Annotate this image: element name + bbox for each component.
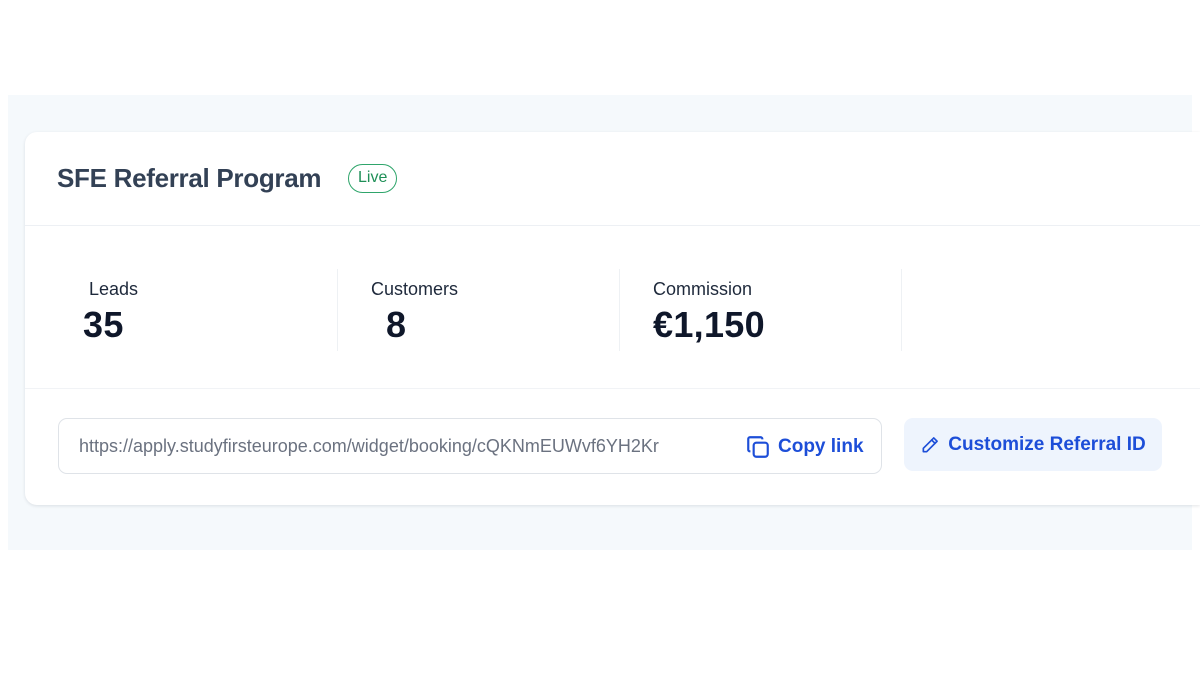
stat-value: €1,150 xyxy=(653,304,765,345)
card-header: SFE Referral Program Live xyxy=(25,132,1200,226)
referral-program-card: SFE Referral Program Live Leads 35 Custo… xyxy=(25,132,1200,505)
stat-label: Customers xyxy=(371,279,459,299)
stat-value: 8 xyxy=(386,304,407,345)
copy-icon xyxy=(745,434,771,460)
referral-link-field[interactable]: https://apply.studyfirsteurope.com/widge… xyxy=(58,418,882,474)
customize-referral-id-button[interactable]: Customize Referral ID xyxy=(904,418,1162,471)
stat-divider xyxy=(619,269,620,351)
copy-link-button[interactable]: Copy link xyxy=(745,431,864,463)
stat-label: Leads xyxy=(89,279,139,299)
stat-label: Commission xyxy=(653,279,753,299)
stat-divider xyxy=(337,269,338,351)
stats-row: Leads 35 Customers 8 Commission €1,150 xyxy=(25,226,1200,389)
program-title: SFE Referral Program xyxy=(57,163,322,193)
stat-divider xyxy=(901,269,902,351)
pencil-icon xyxy=(920,435,940,455)
copy-link-label: Copy link xyxy=(778,436,864,457)
stat-value: 35 xyxy=(83,304,124,345)
referral-link-text[interactable]: https://apply.studyfirsteurope.com/widge… xyxy=(79,436,695,457)
status-badge: Live xyxy=(348,164,398,193)
customize-referral-id-label: Customize Referral ID xyxy=(948,433,1146,455)
